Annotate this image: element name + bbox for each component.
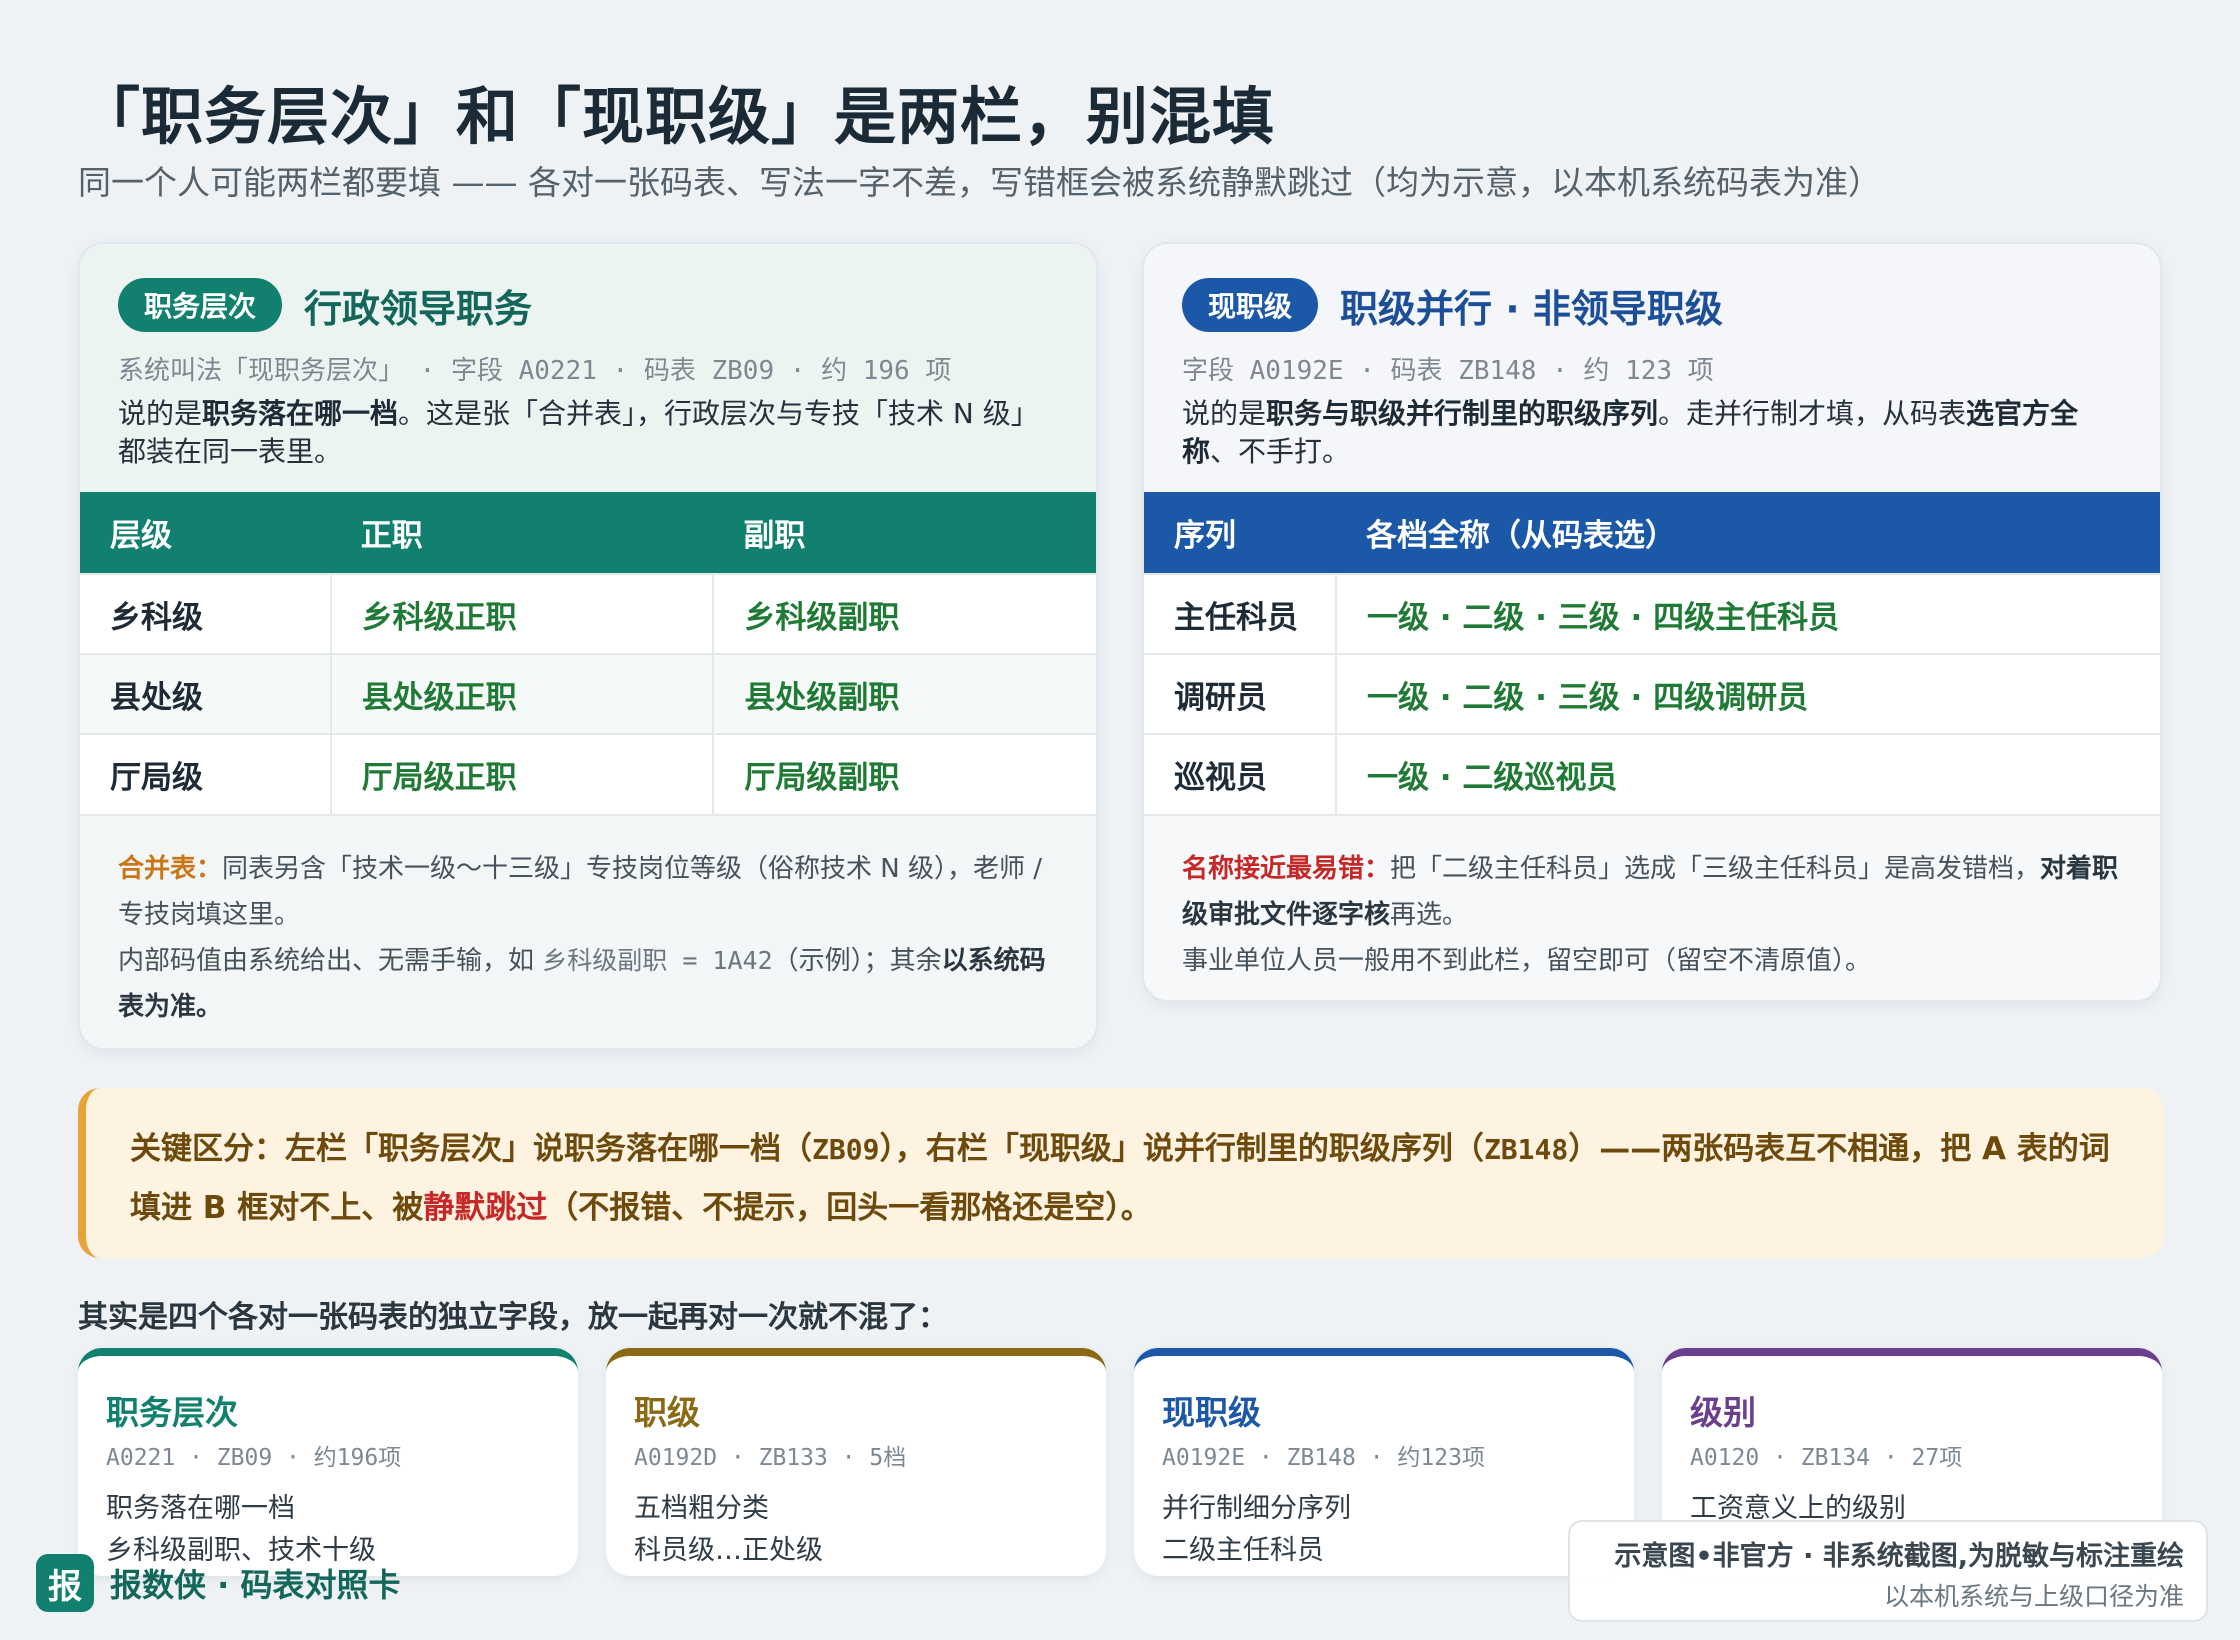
note-label: 合并表： [118, 854, 223, 884]
disclaimer-box: 示意图•非官方 · 非系统截图,为脱敏与标注重绘 以本机系统与上级口径为准 [1568, 1520, 2208, 1622]
table-row: 主任科员 一级 · 二级 · 三级 · 四级主任科员 [1144, 573, 2160, 654]
card-line: 并行制细分序列 [1162, 1493, 1351, 1524]
brand: 报 报数侠 · 码表对照卡 [36, 1554, 400, 1612]
card-meta: A0221 · ZB09 · 约196项 [106, 1445, 402, 1471]
table-cell: 县处级副职 [712, 653, 1096, 734]
panel-heading: 行政领导职务 [304, 286, 533, 331]
panel-meta: 系统叫法「现职务层次」 · 字段 A0221 · 码表 ZB09 · 约 196… [118, 356, 952, 386]
card-line: 科员级…正处级 [634, 1535, 823, 1566]
cards-heading: 其实是四个各对一张码表的独立字段，放一起再对一次就不混了： [78, 1300, 948, 1335]
panel-current-rank: 现职级 职级并行 · 非领导职级 字段 A0192E · 码表 ZB148 · … [1142, 242, 2162, 1002]
job-level-table: 层级 正职 副职 乡科级 乡科级正职 乡科级副职 县处级 县处级正职 县处级副职… [80, 492, 1096, 814]
panel-pill: 职务层次 [118, 278, 283, 332]
brand-logo-icon: 报 [36, 1554, 94, 1612]
table-cell: 一级 · 二级巡视员 [1335, 733, 2160, 814]
brand-name: 报数侠 · 码表对照卡 [110, 1566, 401, 1604]
panel-heading: 职级并行 · 非领导职级 [1340, 286, 1723, 331]
card-meta: A0192D · ZB133 · 5档 [634, 1445, 907, 1471]
table-header: 序列 [1144, 492, 1336, 574]
disclaimer-line: 以本机系统与上级口径为准 [1883, 1582, 2184, 1611]
field-card-job-level: 职务层次 A0221 · ZB09 · 约196项 职务落在哪一档 乡科级副职、… [78, 1348, 578, 1576]
table-cell: 乡科级 [80, 573, 331, 654]
table-header: 正职 [330, 492, 714, 574]
code-example: 乡科级副职 = 1A42 [542, 946, 773, 975]
card-line: 职务落在哪一档 [106, 1493, 295, 1524]
panel-note: 名称接近最易错：把「二级主任科员」选成「三级主任科员」是高发错档，对着职级审批文… [1144, 814, 2160, 1000]
table-cell: 主任科员 [1144, 573, 1336, 654]
table-cell: 一级 · 二级 · 三级 · 四级调研员 [1335, 653, 2160, 734]
panel-job-level: 职务层次 行政领导职务 系统叫法「现职务层次」 · 字段 A0221 · 码表 … [78, 242, 1098, 1050]
card-line: 五档粗分类 [634, 1493, 769, 1524]
card-meta: A0192E · ZB148 · 约123项 [1162, 1445, 1485, 1471]
table-cell: 厅局级副职 [712, 733, 1096, 814]
card-title: 职级 [634, 1393, 700, 1432]
table-row: 县处级 县处级正职 县处级副职 [80, 653, 1096, 734]
table-cell: 县处级正职 [329, 653, 714, 734]
note-label: 名称接近最易错： [1182, 854, 1391, 884]
card-title: 职务层次 [106, 1393, 238, 1432]
table-row: 调研员 一级 · 二级 · 三级 · 四级调研员 [1144, 653, 2160, 734]
page-title: 「职务层次」和「现职级」是两栏，别混填 [78, 80, 1276, 153]
panel-note: 合并表：同表另含「技术一级～十三级」专技岗位等级（俗称技术 N 级），老师 / … [80, 814, 1096, 1048]
table-row: 乡科级 乡科级正职 乡科级副职 [80, 573, 1096, 654]
panel-pill: 现职级 [1182, 278, 1319, 332]
field-card-current-rank: 现职级 A0192E · ZB148 · 约123项 并行制细分序列 二级主任科… [1134, 1348, 1634, 1576]
card-line: 二级主任科员 [1162, 1535, 1324, 1566]
table-row: 厅局级 厅局级正职 厅局级副职 [80, 733, 1096, 814]
table-cell: 厅局级 [80, 733, 331, 814]
panel-description: 说的是职务与职级并行制里的职级序列。走并行制才填，从码表选官方全称、不手打。 [1182, 397, 2079, 468]
panel-header: 职务层次 行政领导职务 系统叫法「现职务层次」 · 字段 A0221 · 码表 … [80, 244, 1096, 492]
table-cell: 县处级 [80, 653, 331, 734]
table-cell: 调研员 [1144, 653, 1336, 734]
table-row: 巡视员 一级 · 二级巡视员 [1144, 733, 2160, 814]
disclaimer-line: 示意图•非官方 · 非系统截图,为脱敏与标注重绘 [1614, 1541, 2184, 1572]
table-cell: 厅局级正职 [329, 733, 714, 814]
card-title: 级别 [1690, 1393, 1756, 1432]
card-title: 现职级 [1162, 1393, 1261, 1432]
panel-description: 说的是职务落在哪一档。这是张「合并表」，行政层次与专技「技术 N 级」都装在同一… [118, 397, 1039, 468]
card-meta: A0120 · ZB134 · 27项 [1690, 1445, 1963, 1471]
table-cell: 巡视员 [1144, 733, 1336, 814]
key-distinction-callout: 关键区分：左栏「职务层次」说职务落在哪一档（ZB09），右栏「现职级」说并行制里… [78, 1088, 2164, 1258]
table-cell: 乡科级正职 [329, 573, 714, 654]
table-header: 各档全称（从码表选） [1336, 492, 2160, 574]
table-header: 副职 [713, 492, 1096, 574]
table-header: 层级 [80, 492, 331, 574]
panel-header: 现职级 职级并行 · 非领导职级 字段 A0192E · 码表 ZB148 · … [1144, 244, 2160, 492]
table-cell: 一级 · 二级 · 三级 · 四级主任科员 [1335, 573, 2160, 654]
table-cell: 乡科级副职 [712, 573, 1096, 654]
current-rank-table: 序列 各档全称（从码表选） 主任科员 一级 · 二级 · 三级 · 四级主任科员… [1144, 492, 2160, 814]
field-card-rank: 职级 A0192D · ZB133 · 5档 五档粗分类 科员级…正处级 [606, 1348, 1106, 1576]
page-subtitle: 同一个人可能两栏都要填 —— 各对一张码表、写法一字不差，写错框会被系统静默跳过… [78, 163, 1881, 202]
panel-meta: 字段 A0192E · 码表 ZB148 · 约 123 项 [1182, 356, 1714, 386]
silent-skip-highlight: 静默跳过 [423, 1190, 548, 1226]
